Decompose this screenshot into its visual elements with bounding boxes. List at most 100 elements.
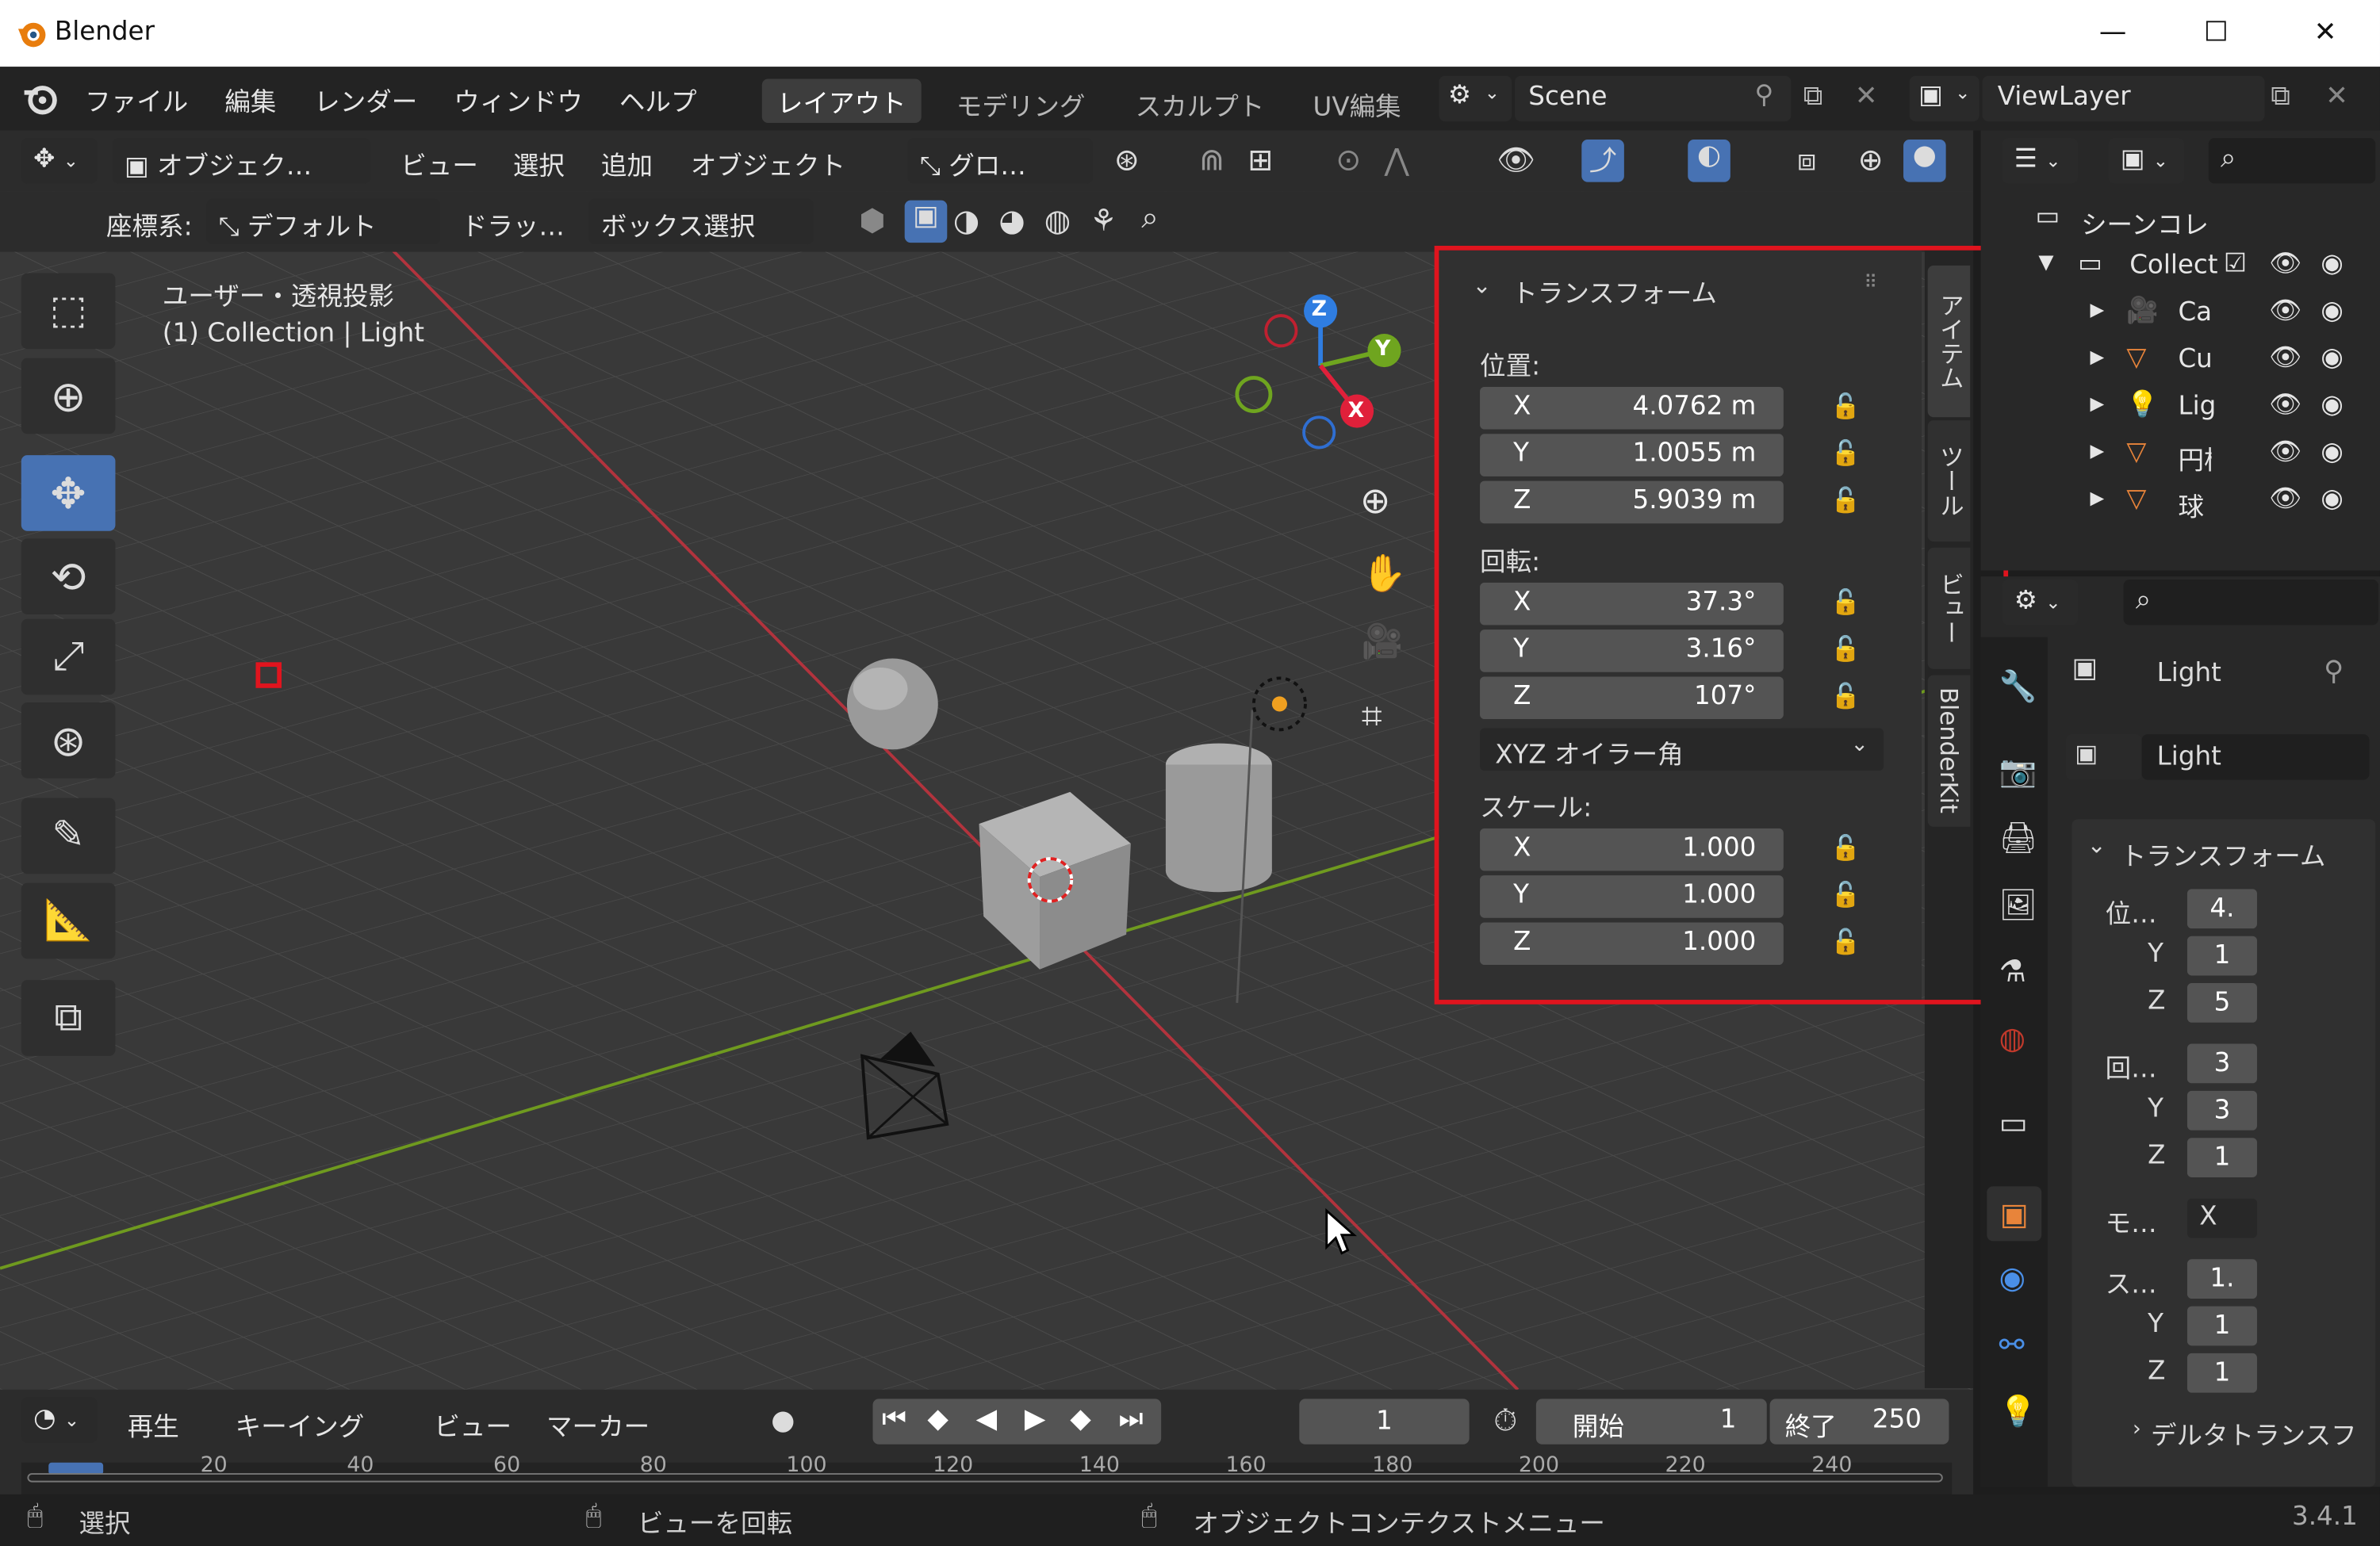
xray-toggle-icon[interactable]: ⧈ [1797, 141, 1816, 178]
camera-render-icon[interactable]: ◉ [2321, 296, 2343, 326]
expand-arrow-icon[interactable]: ▶ [2090, 440, 2104, 461]
eye-icon[interactable]: 👁 [2269, 437, 2301, 467]
camera-render-icon[interactable]: ◉ [2321, 342, 2343, 373]
outliner-editor-type[interactable]: ☰ ⌄ [2002, 138, 2079, 184]
move-tool[interactable]: ✥ [21, 455, 116, 531]
pin-icon[interactable]: ⚲ [1754, 80, 1773, 110]
editor-type-dropdown[interactable]: ✥ ⌄ [21, 138, 98, 184]
outliner-item[interactable]: ▶ ▽ 球 👁 ◉ [1981, 480, 2380, 525]
playback-menu[interactable]: 再生 [128, 1405, 179, 1443]
menu-object[interactable]: オブジェクト [691, 144, 845, 182]
gizmo-toggle-icon[interactable]: ⤴ [1581, 140, 1624, 182]
location-y-field[interactable]: 1 [2186, 936, 2257, 976]
checkbox-icon[interactable]: ☑ [2224, 249, 2247, 279]
frame-ruler[interactable]: 20 40 60 80 100 120 140 160 180 200 220 240 [21, 1453, 1953, 1496]
menu-add[interactable]: 追加 [601, 144, 653, 182]
expand-chevron-icon[interactable]: › [2133, 1417, 2141, 1441]
scale-tool[interactable]: ⤢ [21, 618, 116, 695]
object-properties-icon[interactable]: ▣ [1987, 1186, 2042, 1242]
eye-icon[interactable]: 👁 [2269, 249, 2301, 279]
tool-wrench-icon[interactable]: 🔧 [1999, 668, 2037, 704]
expand-arrow-icon[interactable]: ▶ [2090, 393, 2104, 415]
expand-arrow-icon[interactable]: ▼ [2038, 252, 2053, 275]
cursor-tool[interactable]: ⊕ [21, 358, 116, 434]
scene-icon[interactable]: ⚗ [1999, 953, 2026, 989]
outliner-collection[interactable]: ▼ ▭ Collect ☑ 👁 ◉ [1981, 244, 2380, 289]
minimize-button[interactable]: — [2083, 12, 2144, 55]
start-frame-field[interactable]: 開始 1 [1535, 1399, 1767, 1445]
add-cube-tool[interactable]: ⧉ [21, 980, 116, 1056]
select-new-icon[interactable]: ⬢ [859, 202, 885, 239]
menu-file[interactable]: ファイル [85, 80, 188, 118]
outliner-scene-collection[interactable]: ▭ シーンコレ [1981, 197, 2380, 243]
maximize-button[interactable]: ☐ [2186, 12, 2247, 55]
visibility-eye-icon[interactable]: 👁 [1497, 141, 1535, 178]
next-keyframe-icon[interactable]: ◆ [1070, 1403, 1090, 1435]
rotation-mode-dropdown[interactable]: X [2186, 1198, 2257, 1238]
eye-icon[interactable]: 👁 [2269, 390, 2301, 420]
play-reverse-icon[interactable]: ◀ [976, 1403, 997, 1435]
select-tool-icon[interactable]: ⚘ [1090, 202, 1117, 239]
transform-tool[interactable]: ⊛ [21, 702, 116, 779]
output-printer-icon[interactable]: 🖨 [1999, 819, 2038, 855]
camera-render-icon[interactable]: ◉ [2321, 390, 2343, 420]
eye-icon[interactable]: 👁 [2269, 484, 2301, 514]
prev-keyframe-icon[interactable]: ◆ [927, 1403, 948, 1435]
expand-arrow-icon[interactable]: ▶ [2090, 346, 2104, 367]
coord-system-dropdown[interactable]: ⤡ デフォルト [206, 198, 441, 245]
menu-render[interactable]: レンダー [314, 80, 417, 118]
scene-name-field[interactable]: Scene ⚲ [1515, 75, 1792, 122]
new-viewlayer-icon[interactable]: ⧉ [2271, 80, 2290, 112]
mode-dropdown[interactable]: ▣ オブジェク… [112, 138, 370, 184]
object-name-field[interactable]: Light [2141, 734, 2370, 780]
rotation-y-field[interactable]: 3 [2186, 1090, 2257, 1131]
viewlayer-name-field[interactable]: ViewLayer [1982, 75, 2265, 122]
menu-edit[interactable]: 編集 [224, 80, 276, 118]
collection-icon[interactable]: ▭ [1999, 1104, 2028, 1141]
view-layer-icon[interactable]: 🖼 [1999, 886, 2038, 923]
rotate-tool[interactable]: ⟲ [21, 538, 116, 615]
annotate-tool[interactable]: ✎ [21, 798, 116, 874]
tab-uv-editing[interactable]: UV編集 [1313, 85, 1401, 123]
tab-layout[interactable]: レイアウト [761, 78, 922, 124]
delta-transform-label[interactable]: デルタトランスフ [2151, 1414, 2357, 1452]
physics-icon[interactable]: ◉ [1999, 1259, 2025, 1295]
select-intersect-icon[interactable]: ◍ [1044, 202, 1071, 239]
world-icon[interactable]: ◍ [1999, 1020, 2025, 1056]
falloff-curve-icon[interactable]: ⋀ [1384, 141, 1408, 178]
menu-help[interactable]: ヘルプ [619, 80, 697, 118]
select-invert-icon[interactable]: ◕ [998, 202, 1025, 239]
solid-shading-icon[interactable]: ● [1903, 140, 1946, 182]
constraints-icon[interactable]: ⚯ [1999, 1326, 2025, 1362]
outliner-search[interactable]: ⌕ [2208, 138, 2376, 184]
expand-arrow-icon[interactable]: ▶ [2090, 299, 2104, 320]
delete-viewlayer-icon[interactable]: ✕ [2325, 80, 2348, 112]
display-mode-dropdown[interactable]: ▣ ⌄ [2108, 138, 2185, 184]
orientation-dropdown[interactable]: ⤡ グロ… [907, 138, 1094, 184]
keying-menu[interactable]: キーイング [236, 1405, 365, 1443]
object-data-light-icon[interactable]: 💡 [1999, 1393, 2037, 1429]
scale-z-field[interactable]: 1 [2186, 1353, 2257, 1393]
expand-arrow-icon[interactable]: ▶ [2090, 487, 2104, 508]
timeline-editor-type[interactable]: ◔ ⌄ [21, 1397, 98, 1443]
select-subtract-icon[interactable]: ◑ [953, 202, 979, 239]
outliner-item[interactable]: ▶ 💡 Lig 👁 ◉ [1981, 385, 2380, 431]
pan-hand-icon[interactable]: ✋ [1362, 553, 1407, 595]
eye-icon[interactable]: 👁 [2269, 296, 2301, 326]
outliner-item[interactable]: ▶ ▽ 円柱 👁 ◉ [1981, 432, 2380, 477]
current-frame-field[interactable]: 1 [1299, 1399, 1470, 1445]
pin-icon[interactable]: ⚲ [2324, 656, 2344, 687]
zoom-icon[interactable]: ⊕ [1360, 480, 1390, 522]
camera-render-icon[interactable]: ◉ [2321, 484, 2343, 514]
timeline-view-menu[interactable]: ビュー [434, 1405, 512, 1443]
menu-window[interactable]: ウィンドウ [454, 80, 583, 118]
outliner-item[interactable]: ▶ 🎥 Ca 👁 ◉ [1981, 291, 2380, 336]
overlay-toggle-icon[interactable]: ◐ [1688, 140, 1730, 182]
properties-search[interactable]: ⌕ [2123, 579, 2379, 626]
eye-icon[interactable]: 👁 [2269, 342, 2301, 373]
record-icon[interactable]: ● [771, 1405, 795, 1437]
data-type-dropdown[interactable]: ▣ [2065, 734, 2142, 780]
snap-increment-icon[interactable]: ⊞ [1247, 141, 1273, 178]
select-mode-dropdown[interactable]: ボックス選択 [588, 198, 814, 245]
scale-y-field[interactable]: 1 [2186, 1306, 2257, 1346]
